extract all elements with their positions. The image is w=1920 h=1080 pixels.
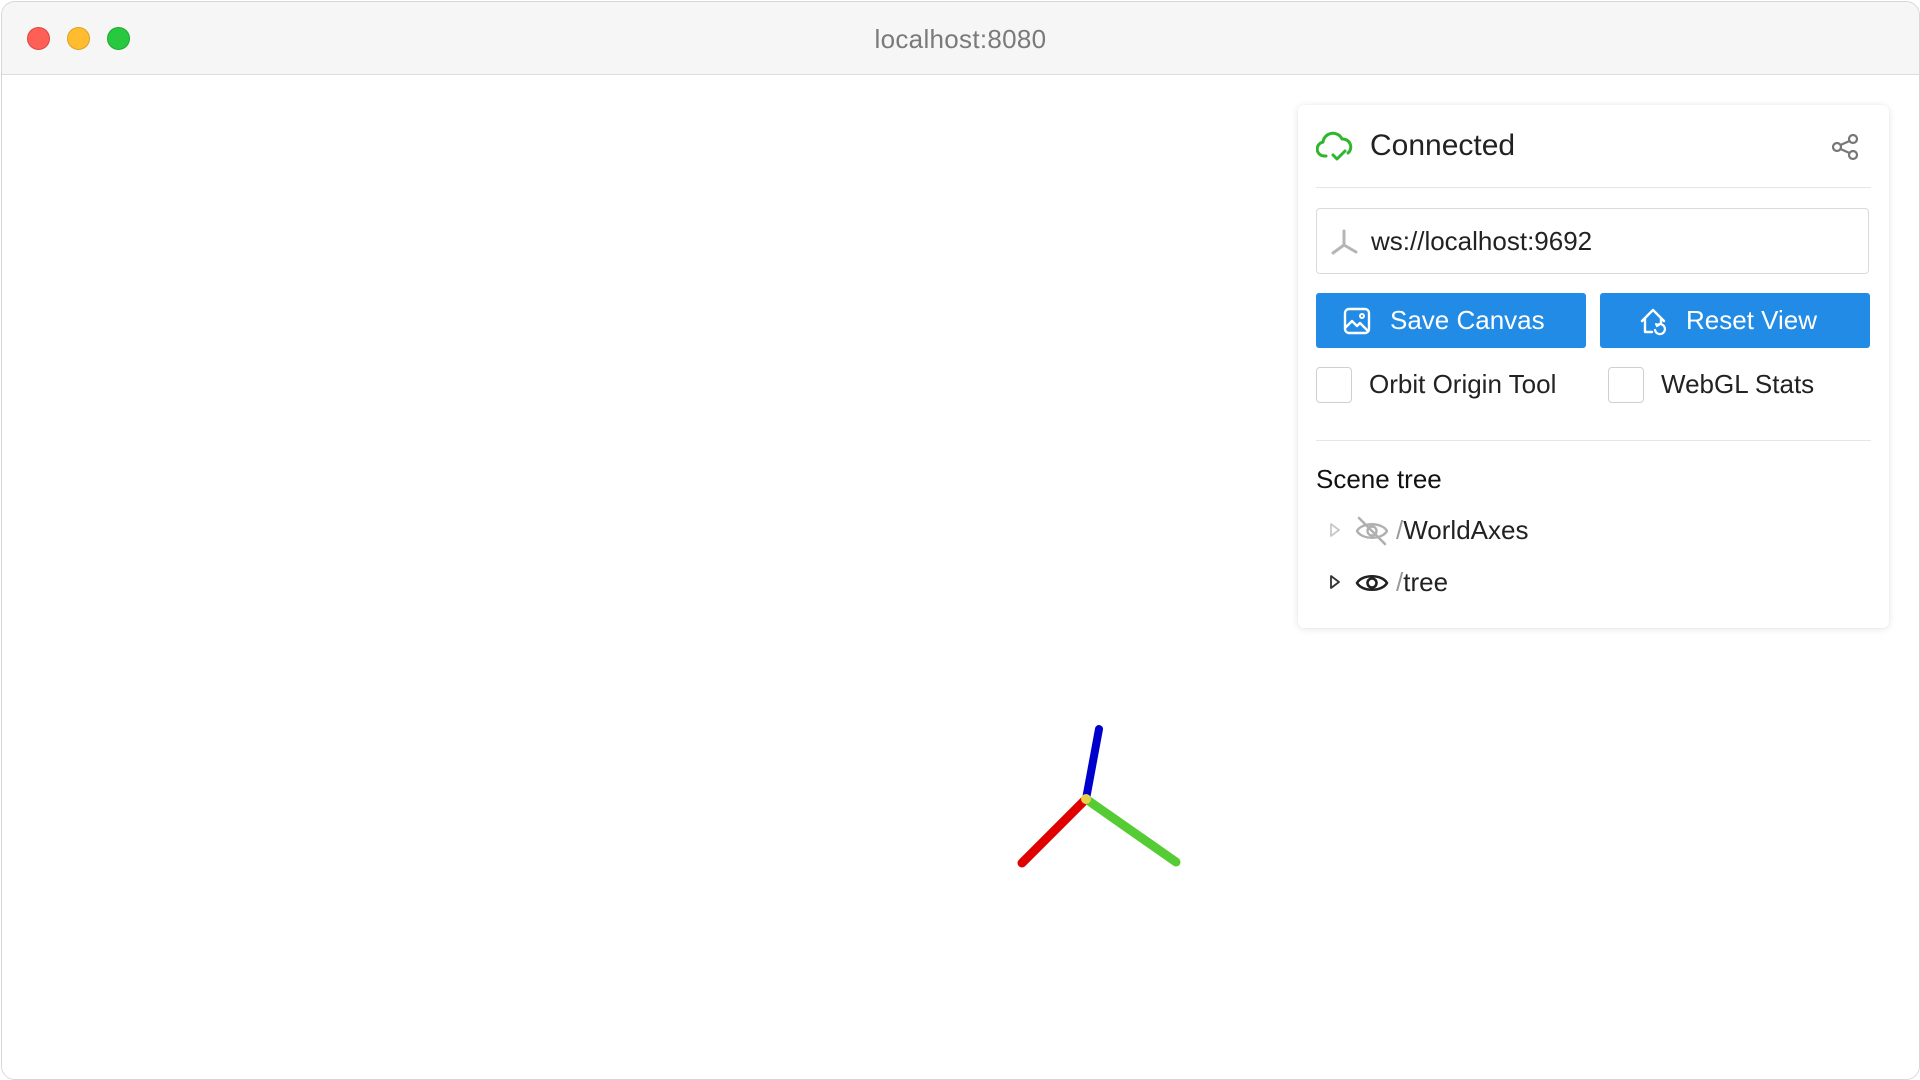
eye-icon[interactable] — [1354, 567, 1390, 599]
axes-icon — [1331, 229, 1358, 255]
section-divider — [1316, 440, 1871, 441]
title-bar: localhost:8080 — [2, 2, 1919, 75]
connection-status: Connected — [1370, 129, 1516, 162]
home-icon — [1640, 308, 1666, 336]
reset-view-label: Reset View — [1686, 305, 1818, 335]
x-axis-line — [1017, 794, 1091, 868]
browser-window: localhost:8080 Connected ws://localhost:… — [1, 1, 1920, 1080]
tree-node-label: /tree — [1396, 567, 1449, 597]
caret-right-icon[interactable] — [1328, 521, 1342, 539]
webgl-stats-checkbox[interactable] — [1608, 367, 1644, 403]
z-axis-line — [1082, 725, 1103, 803]
y-axis-line — [1081, 794, 1181, 867]
eye-off-icon[interactable] — [1354, 515, 1390, 547]
server-url-input[interactable]: ws://localhost:9692 — [1316, 208, 1869, 274]
share-icon[interactable] — [1829, 131, 1861, 163]
panel-header: Connected — [1316, 105, 1871, 188]
webgl-stats-label[interactable]: WebGL Stats — [1661, 369, 1814, 400]
tree-node-tree[interactable]: /tree — [1316, 561, 1871, 605]
tree-node-label: /WorldAxes — [1396, 515, 1529, 545]
server-url-value: ws://localhost:9692 — [1371, 226, 1593, 256]
tree-node-worldaxes[interactable]: /WorldAxes — [1316, 509, 1871, 553]
save-canvas-label: Save Canvas — [1390, 305, 1545, 335]
window-title: localhost:8080 — [874, 24, 1047, 54]
cloud-check-icon — [1316, 131, 1353, 161]
caret-right-icon[interactable] — [1328, 573, 1342, 591]
photo-icon — [1343, 307, 1371, 335]
save-canvas-button[interactable]: Save Canvas — [1316, 293, 1586, 348]
orbit-origin-tool-checkbox[interactable] — [1316, 367, 1352, 403]
scene-tree-title: Scene tree — [1316, 464, 1442, 494]
reset-view-button[interactable]: Reset View — [1600, 293, 1870, 348]
orbit-origin-tool-label[interactable]: Orbit Origin Tool — [1369, 369, 1556, 400]
axes-origin — [1081, 794, 1091, 804]
control-panel: Connected ws://localhost:9692 Save Canva… — [1298, 105, 1889, 628]
